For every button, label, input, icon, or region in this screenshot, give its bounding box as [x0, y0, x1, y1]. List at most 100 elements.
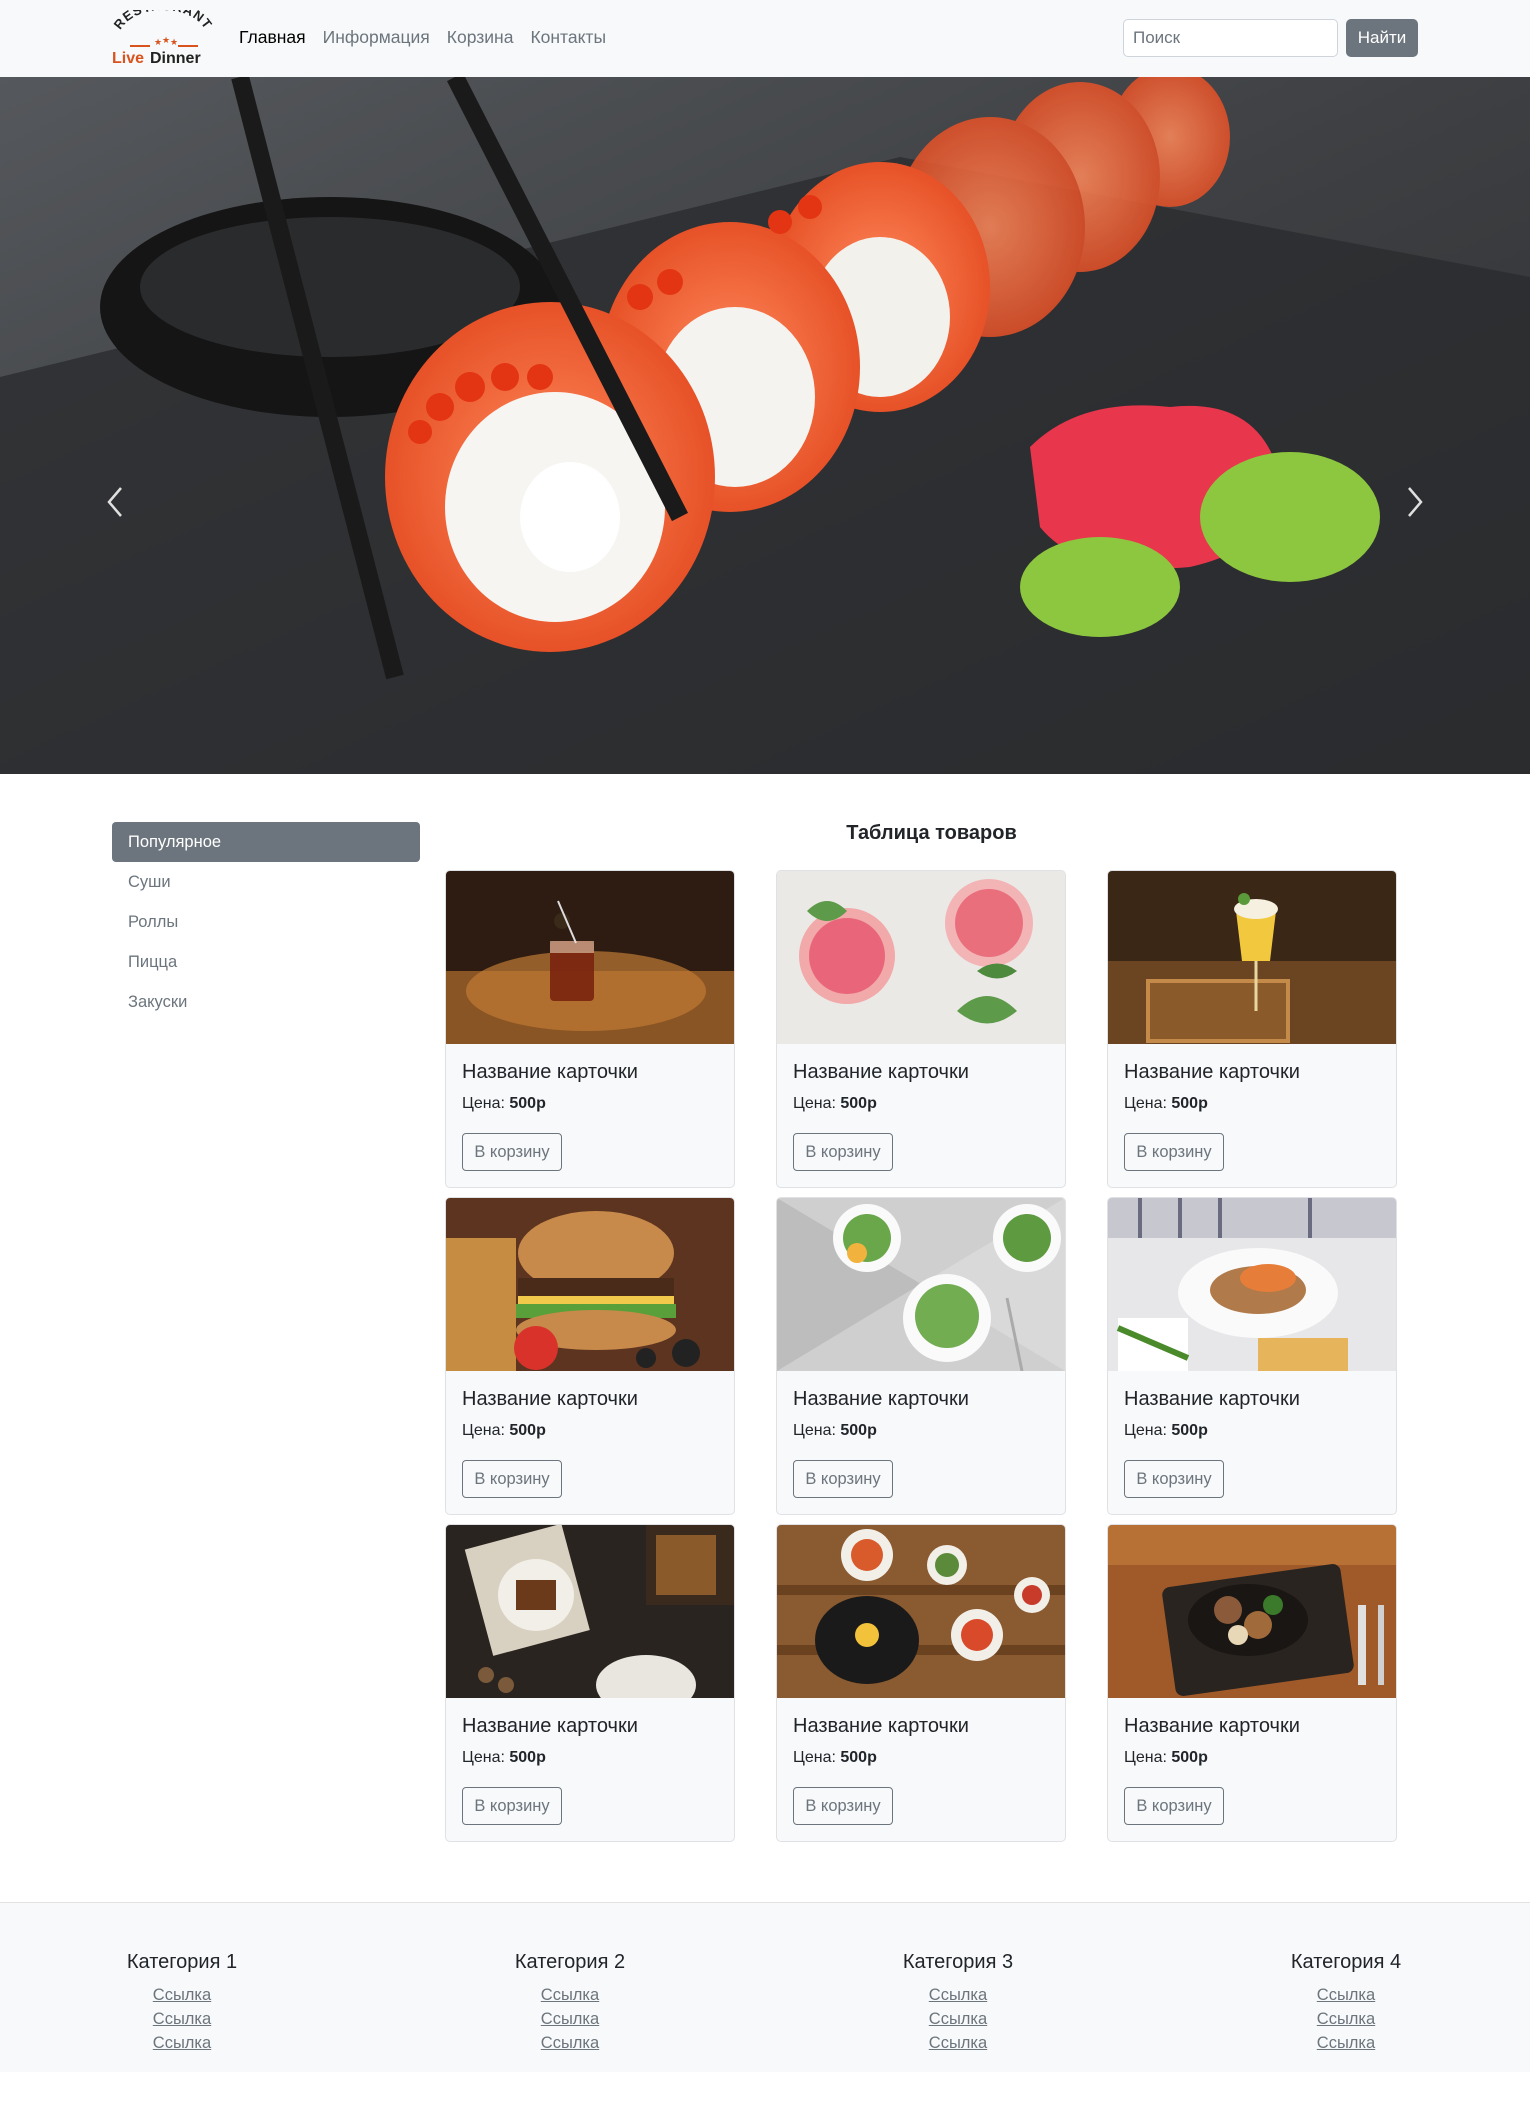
- add-to-cart-button[interactable]: В корзину: [462, 1787, 562, 1825]
- sushi-hero-image: [0, 77, 1530, 774]
- add-to-cart-button[interactable]: В корзину: [793, 1133, 893, 1171]
- product-image: [446, 1198, 734, 1371]
- navbar: RESTAURANT ★ ★ ★ Live Dinner Главная Инф…: [0, 0, 1530, 77]
- price-value: 500р: [1171, 1422, 1208, 1439]
- card-price: Цена: 500р: [1124, 1749, 1208, 1767]
- footer-link[interactable]: Ссылка: [1246, 1983, 1446, 2007]
- card-price: Цена: 500р: [793, 1422, 877, 1440]
- price-value: 500р: [1171, 1749, 1208, 1766]
- restaurant-logo[interactable]: RESTAURANT ★ ★ ★ Live Dinner: [110, 10, 216, 68]
- add-to-cart-button[interactable]: В корзину: [462, 1133, 562, 1171]
- footer-heading: Категория 1: [126, 1951, 238, 1973]
- nav-link-cart[interactable]: Корзина: [447, 27, 514, 48]
- add-to-cart-button[interactable]: В корзину: [1124, 1460, 1224, 1498]
- carousel-next-button[interactable]: [1390, 467, 1440, 537]
- product-image: [1108, 1525, 1396, 1698]
- nav-link-contacts[interactable]: Контакты: [530, 27, 606, 48]
- footer-heading: Категория 4: [1290, 1951, 1402, 1973]
- footer-link[interactable]: Ссылка: [470, 2031, 670, 2055]
- card-title: Название карточки: [793, 1388, 969, 1410]
- product-image: [777, 1198, 1065, 1371]
- products-title: Таблица товаров: [846, 822, 1017, 844]
- card-title: Название карточки: [1124, 1388, 1300, 1410]
- sidebar-item-snacks[interactable]: Закуски: [112, 982, 420, 1022]
- card-price: Цена: 500р: [462, 1095, 546, 1113]
- product-card: Название карточки Цена: 500р В корзину: [445, 1524, 735, 1842]
- price-value: 500р: [509, 1422, 546, 1439]
- product-image: [446, 1525, 734, 1698]
- price-value: 500р: [840, 1422, 877, 1439]
- footer-link[interactable]: Ссылка: [1246, 2007, 1446, 2031]
- footer-link[interactable]: Ссылка: [82, 2031, 282, 2055]
- card-title: Название карточки: [1124, 1061, 1300, 1083]
- product-image: [1108, 1198, 1396, 1371]
- chevron-left-icon: [107, 487, 122, 517]
- footer-link[interactable]: Ссылка: [1246, 2031, 1446, 2055]
- footer-link[interactable]: Ссылка: [82, 2007, 282, 2031]
- add-to-cart-button[interactable]: В корзину: [1124, 1133, 1224, 1171]
- svg-text:★: ★: [162, 35, 170, 45]
- footer-link[interactable]: Ссылка: [858, 2007, 1058, 2031]
- price-label: Цена:: [462, 1095, 505, 1112]
- footer-link[interactable]: Ссылка: [858, 2031, 1058, 2055]
- category-sidebar: Популярное Суши Роллы Пицца Закуски: [112, 822, 420, 1022]
- chevron-right-icon: [1408, 487, 1423, 517]
- card-title: Название карточки: [1124, 1715, 1300, 1737]
- add-to-cart-button[interactable]: В корзину: [462, 1460, 562, 1498]
- card-price: Цена: 500р: [1124, 1422, 1208, 1440]
- product-card: Название карточки Цена: 500р В корзину: [1107, 870, 1397, 1188]
- footer-column: Категория 1 Ссылка Ссылка Ссылка: [82, 1951, 282, 2055]
- product-card: Название карточки Цена: 500р В корзину: [445, 1197, 735, 1515]
- sidebar-item-popular[interactable]: Популярное: [112, 822, 420, 862]
- footer-column: Категория 3 Ссылка Ссылка Ссылка: [858, 1951, 1058, 2055]
- sidebar-item-pizza[interactable]: Пицца: [112, 942, 420, 982]
- footer-link[interactable]: Ссылка: [470, 1983, 670, 2007]
- price-label: Цена:: [793, 1422, 836, 1439]
- search-button[interactable]: Найти: [1346, 19, 1418, 57]
- add-to-cart-button[interactable]: В корзину: [793, 1460, 893, 1498]
- card-price: Цена: 500р: [793, 1095, 877, 1113]
- product-card: Название карточки Цена: 500р В корзину: [776, 870, 1066, 1188]
- price-value: 500р: [509, 1095, 546, 1112]
- product-card: Название карточки Цена: 500р В корзину: [1107, 1197, 1397, 1515]
- sidebar-item-rolls[interactable]: Роллы: [112, 902, 420, 942]
- card-price: Цена: 500р: [462, 1422, 546, 1440]
- product-image: [777, 1525, 1065, 1698]
- nav-link-info[interactable]: Информация: [323, 27, 430, 48]
- footer-heading: Категория 3: [902, 1951, 1014, 1973]
- hero-carousel: [0, 77, 1530, 774]
- add-to-cart-button[interactable]: В корзину: [793, 1787, 893, 1825]
- footer-column: Категория 4 Ссылка Ссылка Ссылка: [1246, 1951, 1446, 2055]
- product-image: [446, 871, 734, 1044]
- svg-text:RESTAURANT: RESTAURANT: [111, 10, 216, 32]
- footer-link[interactable]: Ссылка: [858, 1983, 1058, 2007]
- price-label: Цена:: [793, 1095, 836, 1112]
- card-title: Название карточки: [462, 1715, 638, 1737]
- price-label: Цена:: [1124, 1422, 1167, 1439]
- footer-link[interactable]: Ссылка: [470, 2007, 670, 2031]
- price-value: 500р: [840, 1749, 877, 1766]
- footer-link[interactable]: Ссылка: [82, 1983, 282, 2007]
- card-price: Цена: 500р: [793, 1749, 877, 1767]
- price-label: Цена:: [1124, 1095, 1167, 1112]
- logo-text: Live: [112, 50, 144, 67]
- add-to-cart-button[interactable]: В корзину: [1124, 1787, 1224, 1825]
- card-price: Цена: 500р: [1124, 1095, 1208, 1113]
- main-nav: Главная Информация Корзина Контакты: [239, 27, 606, 48]
- footer-column: Категория 2 Ссылка Ссылка Ссылка: [470, 1951, 670, 2055]
- price-value: 500р: [509, 1749, 546, 1766]
- card-title: Название карточки: [462, 1061, 638, 1083]
- price-label: Цена:: [1124, 1749, 1167, 1766]
- carousel-prev-button[interactable]: [90, 467, 140, 537]
- product-card: Название карточки Цена: 500р В корзину: [776, 1524, 1066, 1842]
- card-title: Название карточки: [793, 1715, 969, 1737]
- sidebar-item-sushi[interactable]: Суши: [112, 862, 420, 902]
- nav-link-home[interactable]: Главная: [239, 27, 306, 48]
- product-image: [1108, 871, 1396, 1044]
- product-image: [777, 871, 1065, 1044]
- svg-text:★: ★: [154, 37, 162, 47]
- card-title: Название карточки: [793, 1061, 969, 1083]
- search-input[interactable]: [1123, 19, 1338, 57]
- price-value: 500р: [840, 1095, 877, 1112]
- card-price: Цена: 500р: [462, 1749, 546, 1767]
